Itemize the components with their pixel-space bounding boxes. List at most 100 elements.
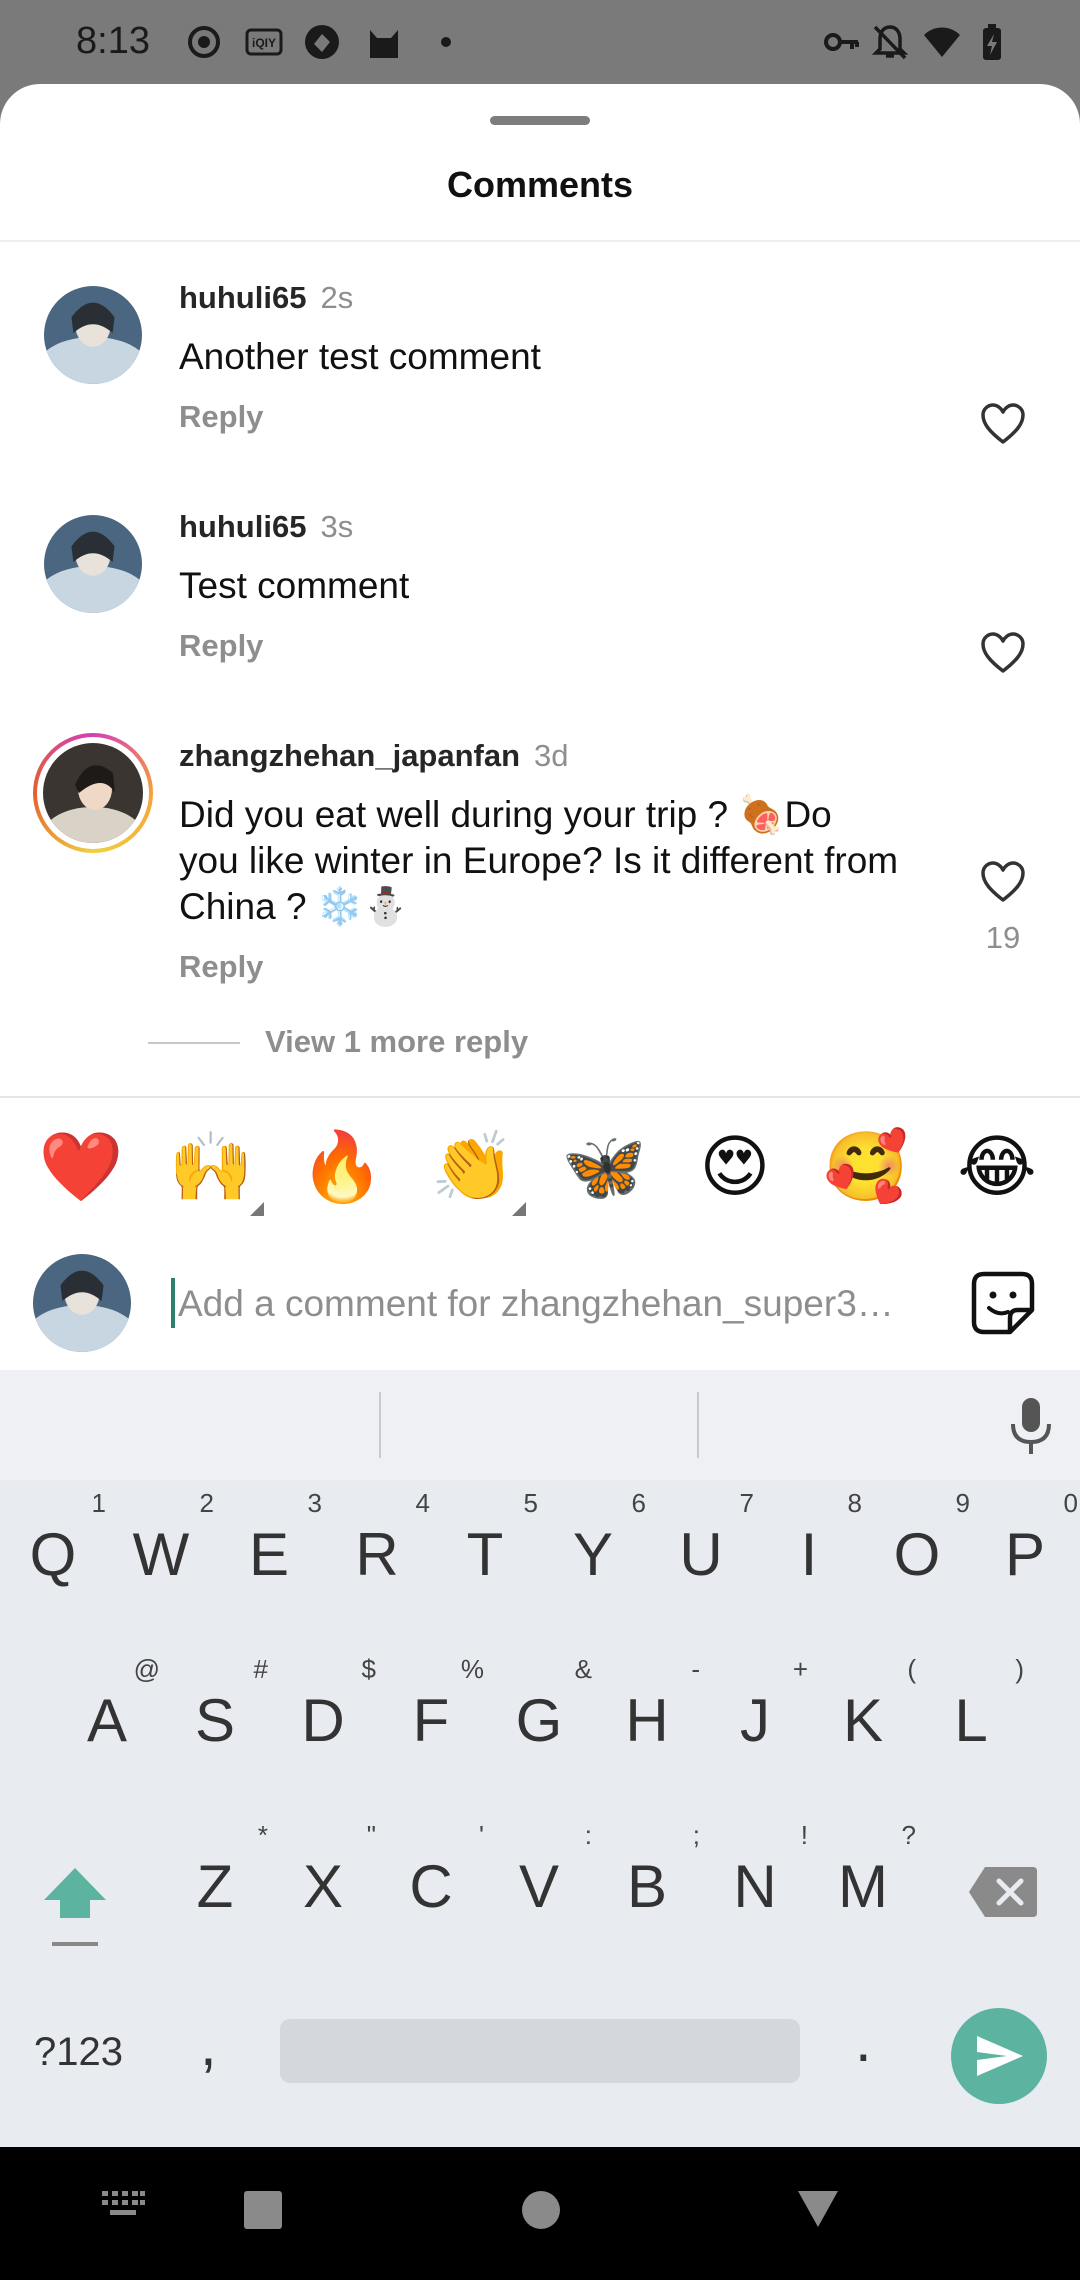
avatar[interactable] [44, 286, 142, 384]
emoji-button[interactable]: 😂 [952, 1122, 1042, 1212]
key-r[interactable]: R4 [332, 1488, 430, 1589]
key-label: D [301, 1687, 345, 1754]
key-label: Z [196, 1853, 234, 1920]
emoji-button[interactable]: 🥰 [821, 1122, 911, 1212]
key-label: X [302, 1853, 344, 1920]
space-key[interactable] [280, 2019, 800, 2083]
emoji-button[interactable]: 🙌 [166, 1122, 264, 1216]
key-label: F [412, 1687, 450, 1754]
key-label: U [679, 1521, 723, 1588]
key-e[interactable]: E3 [224, 1488, 322, 1589]
comment-time: 3d [534, 738, 569, 773]
sheet-drag-handle[interactable] [490, 116, 590, 125]
key-alt-label: - [691, 1654, 700, 1684]
key-b[interactable]: B; [602, 1820, 700, 1921]
shift-indicator [52, 1942, 98, 1946]
key-alt-label: ! [800, 1820, 808, 1850]
key-alt-label: 9 [955, 1488, 970, 1518]
emoji-button[interactable]: 🦋 [559, 1122, 649, 1212]
status-time: 8:13 [76, 20, 150, 62]
key-alt-label: 4 [415, 1488, 430, 1518]
key-f[interactable]: F% [386, 1654, 484, 1755]
key-k[interactable]: K( [818, 1654, 916, 1755]
heart-icon[interactable] [980, 631, 1026, 675]
key-alt-label: ; [692, 1820, 700, 1850]
key-g[interactable]: G & [494, 1654, 592, 1755]
back-icon[interactable] [796, 2187, 840, 2229]
reply-button[interactable]: Reply [179, 628, 263, 664]
key-alt-label: ' [479, 1820, 484, 1850]
heart-icon[interactable] [980, 402, 1026, 446]
key-label: K [842, 1687, 884, 1754]
key-y[interactable]: Y6 [548, 1488, 646, 1589]
emoji-button[interactable]: ❤️ [36, 1122, 126, 1212]
vpn-key-icon [824, 33, 859, 51]
key-alt-label: ) [1015, 1654, 1024, 1684]
key-a[interactable]: A @ [62, 1654, 160, 1755]
key-label: S [194, 1687, 236, 1754]
emoji-button[interactable]: 😍 [690, 1122, 780, 1212]
emoji-button[interactable]: 👏 [428, 1122, 526, 1216]
emoji-glyph: 👏 [430, 1129, 516, 1205]
microphone-icon[interactable] [1005, 1396, 1057, 1456]
key-z[interactable]: Z * [170, 1820, 268, 1921]
key-v[interactable]: V: [494, 1820, 592, 1921]
key-s[interactable]: S # [170, 1654, 268, 1755]
navigation-bar [0, 2147, 1080, 2280]
comment-username[interactable]: huhuli65 [179, 509, 306, 544]
home-icon[interactable] [520, 2189, 562, 2231]
key-n[interactable]: N! [710, 1820, 808, 1921]
shift-icon[interactable] [40, 1860, 110, 1940]
key-o[interactable]: O9 [872, 1488, 970, 1589]
key-label: I [800, 1521, 818, 1588]
recents-icon[interactable] [242, 2189, 284, 2231]
wifi-icon [924, 27, 960, 57]
key-l[interactable]: L) [926, 1654, 1024, 1755]
reply-button[interactable]: Reply [179, 949, 263, 985]
key-u[interactable]: U7 [656, 1488, 754, 1589]
emoji-button[interactable]: 🔥 [297, 1122, 387, 1212]
key-p[interactable]: P0 [980, 1488, 1078, 1589]
key-x[interactable]: X " [278, 1820, 376, 1921]
comments-sheet: Comments huhuli65 2s Another test comment… [0, 84, 1080, 1370]
key-c[interactable]: C ' [386, 1820, 484, 1921]
period-key[interactable]: . [855, 2006, 872, 2075]
backspace-icon[interactable] [967, 1865, 1039, 1919]
key-q[interactable]: Q1 [8, 1488, 106, 1589]
send-button[interactable] [951, 2008, 1047, 2104]
comment-username[interactable]: huhuli65 [179, 280, 306, 315]
reply-button[interactable]: Reply [179, 399, 263, 435]
status-bar: 8:13 iQIY [0, 0, 1080, 84]
key-label: Q [29, 1521, 77, 1588]
key-m[interactable]: M? [818, 1820, 916, 1921]
avatar[interactable] [44, 515, 142, 613]
key-label: J [740, 1687, 770, 1754]
iqiyi-icon: iQIY [245, 28, 283, 56]
comma-key[interactable]: , [200, 2010, 217, 2079]
key-alt-label: 5 [523, 1488, 538, 1518]
comment-input[interactable] [178, 1274, 918, 1334]
soft-keyboard: Q1 W2 E3 R4 T5 Y6 U7 I8 O9 P0 A @ S # D $ F… [0, 1370, 1080, 2147]
key-t[interactable]: T5 [440, 1488, 538, 1589]
avatar-story-ring[interactable] [33, 733, 153, 853]
dot-icon [441, 37, 451, 47]
sticker-icon[interactable] [970, 1270, 1036, 1336]
key-j[interactable]: J + [710, 1654, 808, 1755]
key-alt-label: * [257, 1820, 268, 1850]
symbols-key[interactable]: ?123 [34, 2030, 123, 2075]
key-alt-label: 6 [631, 1488, 646, 1518]
view-more-replies-button[interactable]: View 1 more reply [265, 1024, 528, 1060]
key-label: R [355, 1521, 399, 1588]
emoji-glyph: 🙌 [168, 1129, 254, 1205]
keyboard-switch-icon[interactable] [100, 2189, 146, 2219]
comment-text: Another test comment [179, 336, 541, 377]
key-i[interactable]: I8 [764, 1488, 862, 1589]
comment-header: huhuli65 3s [179, 509, 353, 545]
heart-icon[interactable] [980, 860, 1026, 904]
key-d[interactable]: D $ [278, 1654, 376, 1755]
comment-username[interactable]: zhangzhehan_japanfan [179, 738, 520, 773]
key-w[interactable]: W2 [116, 1488, 214, 1589]
key-label: T [466, 1521, 504, 1588]
key-h[interactable]: H- [602, 1654, 700, 1755]
key-alt-label: % [460, 1654, 484, 1684]
